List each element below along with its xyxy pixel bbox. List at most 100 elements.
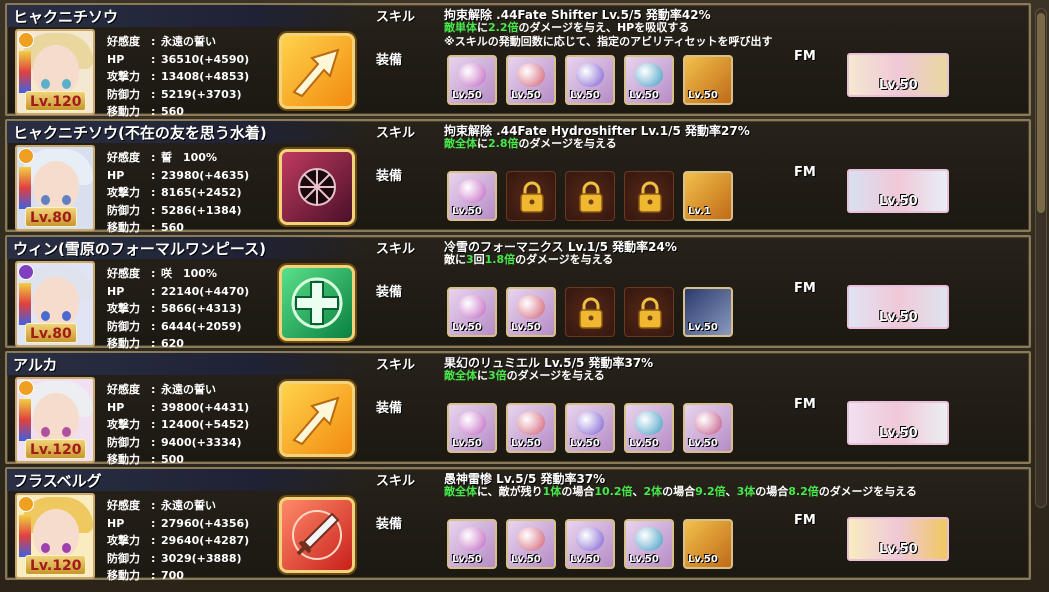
equipment-slot[interactable]: Lv.50 [506,55,556,105]
stat-row-move: 移動力 : 560 [107,219,249,237]
equipment-slot[interactable]: Lv.50 [565,55,615,105]
character-portrait[interactable]: Lv.80 [15,145,95,231]
stat-colon: : [151,551,156,565]
party-detail-screen: ヒャクニチソウ Lv.120 好感度 : 永遠の誓い HP : 36510(+4… [0,0,1049,592]
stat-value: 700 [161,569,184,582]
skill-desc-part: 敵全体 [444,137,477,150]
scroll-thumb[interactable] [1037,13,1045,213]
rarity-gem-icon [19,515,31,557]
skill-sword-icon[interactable] [279,497,355,573]
locked-slot[interactable] [506,171,556,221]
equipment-slot[interactable]: Lv.50 [506,403,556,453]
skill-cross-icon[interactable] [279,265,355,341]
equipment-slot[interactable]: Lv.50 [624,403,674,453]
stat-label: 防御力 [107,435,140,449]
portrait-eye [41,79,50,89]
character-name: ヒャクニチソウ [13,8,119,26]
locked-slot[interactable] [624,287,674,337]
accessory-icon [517,295,545,319]
equip-label: 装備 [376,53,403,68]
locked-slot[interactable] [565,287,615,337]
stat-colon: : [151,418,156,431]
stat-colon: : [151,168,156,182]
equipment-slot[interactable]: Lv.50 [447,287,497,337]
equipment-level: Lv.50 [452,206,482,217]
character-portrait[interactable]: Lv.120 [15,29,95,115]
equipment-slot[interactable]: Lv.50 [624,55,674,105]
equipment-slot[interactable]: Lv.50 [683,403,733,453]
equipment-slot[interactable]: Lv.50 [506,519,556,569]
fm-card[interactable]: Lv.50 [847,53,949,97]
equipment-slot[interactable]: Lv.50 [447,519,497,569]
fm-label: FM [794,281,816,296]
skill-label: スキル [376,358,416,373]
fm-label: FM [794,49,816,64]
fm-card[interactable]: Lv.50 [847,517,949,561]
equipment-level: Lv.50 [511,438,541,449]
skill-desc-part: のダメージを与える [515,253,614,266]
equipment-slot[interactable]: Lv.50 [565,519,615,569]
equipment-level: Lv.50 [511,90,541,101]
equipment-slot[interactable]: Lv.50 [565,403,615,453]
skill-dark-icon[interactable] [279,149,355,225]
equipment-slot[interactable]: Lv.50 [447,403,497,453]
stat-row-atk: 攻撃力 : 8165(+2452) [107,184,249,202]
equipment-slot[interactable]: Lv.50 [683,519,733,569]
stat-label: 移動力 [107,105,140,118]
scrollbar[interactable] [1035,8,1047,508]
equipment-slot[interactable]: Lv.50 [683,287,733,337]
stat-row-def: 防御力 : 6444(+2059) [107,318,249,336]
equipment-slot[interactable]: Lv.50 [447,55,497,105]
equipment-slot[interactable]: Lv.50 [683,55,733,105]
character-panel[interactable]: ヒャクニチソウ Lv.120 好感度 : 永遠の誓い HP : 36510(+4… [5,3,1031,118]
character-panel[interactable]: ウィン(雪原のフォーマルワンピース) Lv.80 好感度 : 咲 100% HP… [5,235,1031,350]
character-level: Lv.120 [25,439,87,459]
skill-desc-part: の場合 [755,485,789,498]
skill-desc-part: 2.8倍 [488,137,519,150]
character-level: Lv.120 [25,91,87,111]
fm-card[interactable]: Lv.50 [847,285,949,329]
stat-label: 攻撃力 [107,186,140,199]
stat-row-hp: HP : 36510(+4590) [107,51,249,69]
accessory-icon [635,411,663,435]
equipment-slot[interactable]: Lv.50 [447,171,497,221]
stat-block: 好感度 : 永遠の誓い HP : 39800(+4431) 攻撃力 : 1240… [107,381,249,469]
stat-colon: : [151,105,156,118]
fm-card[interactable]: Lv.50 [847,401,949,445]
character-portrait[interactable]: Lv.80 [15,261,95,347]
stat-label: 移動力 [107,337,140,350]
stat-label: HP [107,284,125,298]
portrait-face [33,393,79,443]
skill-arrow-icon[interactable] [279,381,355,457]
accessory-icon [635,527,663,551]
equipment-slot[interactable]: Lv.1 [683,171,733,221]
stat-colon: : [151,337,156,350]
equip-label: 装備 [376,401,403,416]
skill-description: 敵全体に、敵が残り1体の場合10.2倍、2体の場合9.2倍、3体の場合8.2倍の… [444,485,917,499]
equipment-slot[interactable]: Lv.50 [506,287,556,337]
skill-arrow-icon[interactable] [279,33,355,109]
character-portrait[interactable]: Lv.120 [15,493,95,579]
character-panel[interactable]: ヒャクニチソウ(不在の友を思う水着) Lv.80 好感度 : 誓 100% HP… [5,119,1031,234]
stat-row-move: 移動力 : 700 [107,567,249,585]
character-panel[interactable]: フラスベルグ Lv.120 好感度 : 永遠の誓い HP : 27960(+43… [5,467,1031,582]
accessory-icon [635,63,663,87]
stat-colon: : [151,35,156,48]
stat-value: 永遠の誓い [161,383,216,396]
locked-slot[interactable] [624,171,674,221]
character-portrait[interactable]: Lv.120 [15,377,95,463]
equipment-level: Lv.50 [688,322,718,333]
stat-label: HP [107,52,125,66]
stat-label: 移動力 [107,569,140,582]
accessory-icon [694,411,722,435]
skill-desc-part: 敵に [444,253,466,266]
equipment-slot[interactable]: Lv.50 [624,519,674,569]
accessory-icon [517,527,545,551]
skill-desc-part: に [477,137,488,150]
character-panel[interactable]: アルカ Lv.120 好感度 : 永遠の誓い HP : 39800(+4431)… [5,351,1031,466]
locked-slot[interactable] [565,171,615,221]
fm-card[interactable]: Lv.50 [847,169,949,213]
stat-label: 移動力 [107,221,140,234]
rarity-gem-icon [19,283,31,325]
stat-label: HP [107,168,125,182]
